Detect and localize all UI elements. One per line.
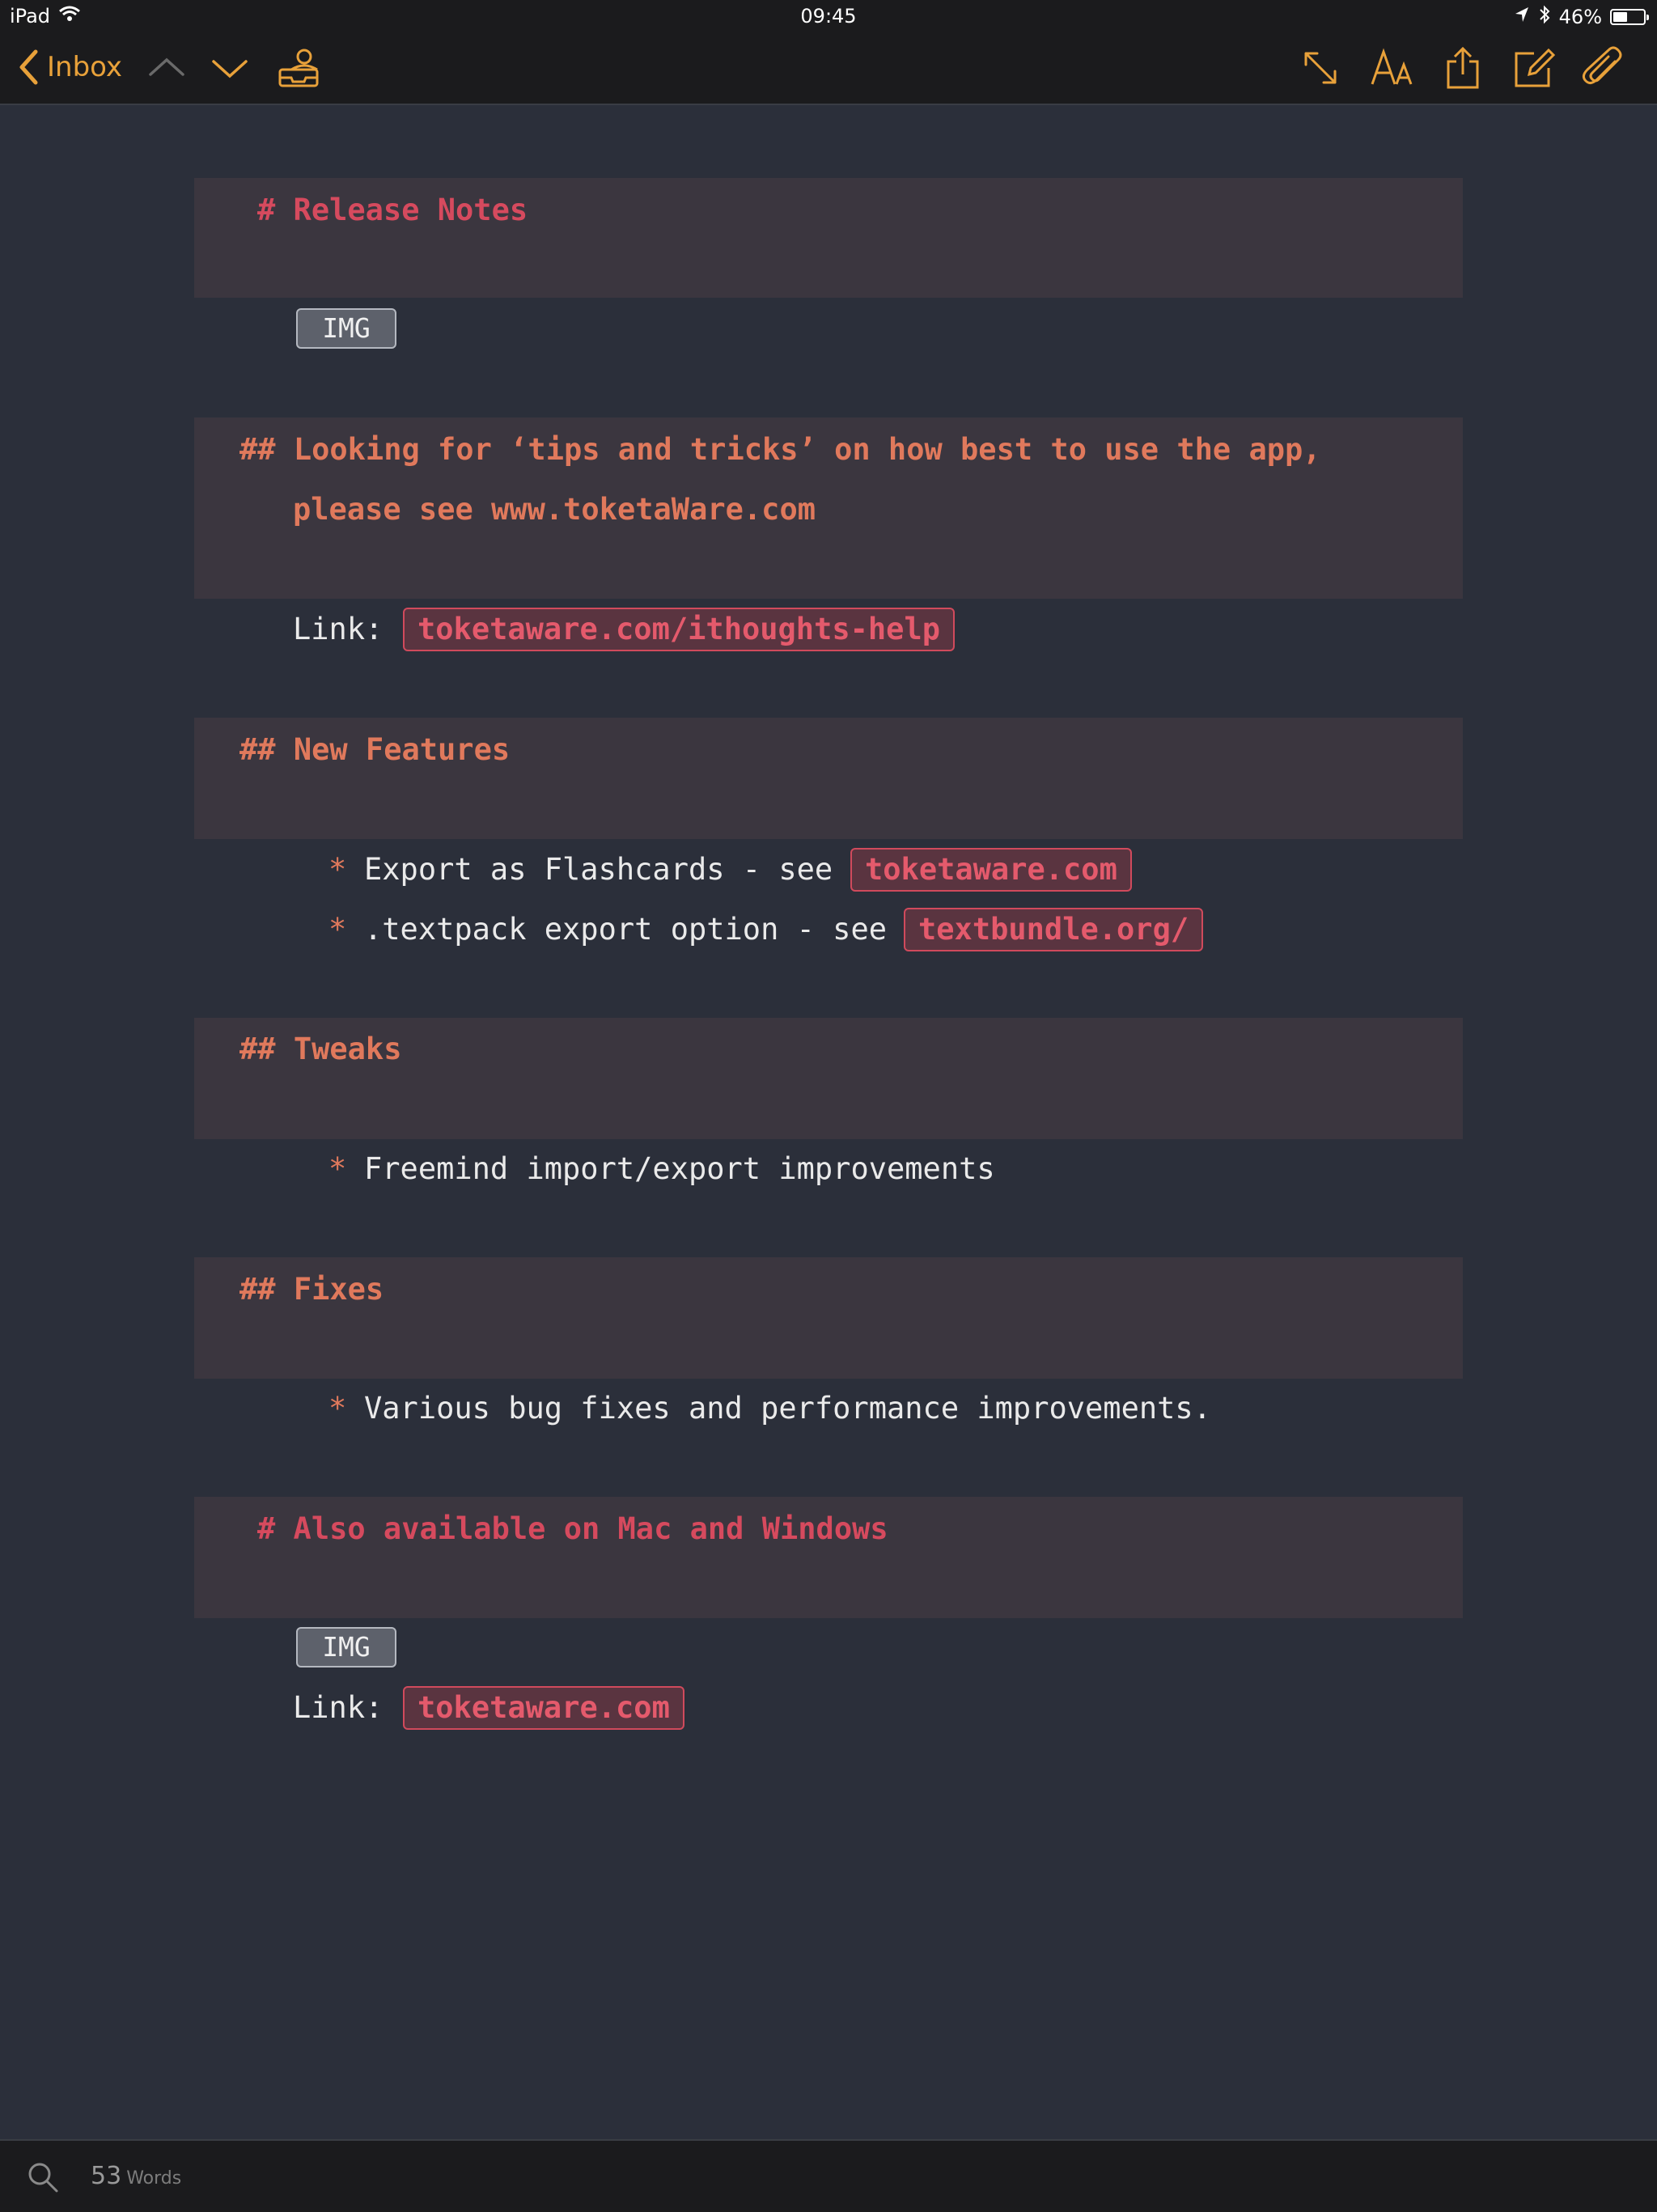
link-label: Link: (293, 1690, 384, 1725)
bullet-star: * (328, 1151, 347, 1186)
link-toketaware-home[interactable]: toketaware.com (403, 1686, 684, 1730)
list-item-flashcards: Export as Flashcards - see (364, 852, 833, 887)
heading-block (194, 1257, 1463, 1379)
location-arrow-icon (1514, 6, 1530, 28)
compose-icon[interactable] (1511, 45, 1557, 91)
chevron-down-icon[interactable] (207, 45, 252, 91)
word-count-unit: Words (126, 2168, 182, 2189)
heading-also-available: # Also available on Mac and Windows (257, 1511, 888, 1546)
link-label: Link: (293, 612, 384, 646)
bullet-star: * (328, 912, 347, 947)
heading-release-notes: # Release Notes (257, 193, 528, 227)
heading-tips-line2: please see www.toketaWare.com (293, 492, 816, 527)
status-right: 46% (1514, 5, 1649, 29)
nav-bar: Inbox (0, 32, 1657, 105)
battery-percent: 46% (1558, 6, 1602, 28)
image-placeholder[interactable]: IMG (296, 1627, 396, 1667)
list-item-textpack: .textpack export option - see (364, 912, 888, 947)
heading-new-features: ## New Features (239, 732, 511, 767)
font-size-icon[interactable] (1369, 45, 1414, 91)
word-count: 53 Words (91, 2162, 181, 2190)
share-icon[interactable] (1440, 45, 1485, 91)
link-ithoughts-help[interactable]: toketaware.com/ithoughts-help (403, 608, 956, 651)
paperclip-icon[interactable] (1581, 45, 1626, 91)
list-item-freemind: Freemind import/export improvements (364, 1151, 995, 1186)
inbox-tray-icon[interactable] (277, 45, 322, 91)
back-label: Inbox (47, 51, 123, 83)
bullet-star: * (328, 1391, 347, 1426)
word-count-value: 53 (91, 2162, 122, 2190)
chevron-left-icon (19, 49, 38, 85)
status-bar: iPad 09:45 46% (0, 0, 1657, 32)
list-item-bug-fixes: Various bug fixes and performance improv… (364, 1391, 1211, 1426)
bullet-star: * (328, 852, 347, 887)
status-time: 09:45 (800, 5, 857, 28)
link-toketaware[interactable]: toketaware.com (850, 848, 1132, 892)
link-textbundle[interactable]: textbundle.org/ (904, 908, 1204, 951)
bluetooth-icon (1538, 5, 1551, 29)
back-button[interactable]: Inbox (18, 49, 122, 86)
search-icon[interactable] (26, 2160, 60, 2194)
image-placeholder[interactable]: IMG (296, 308, 396, 349)
chevron-up-icon[interactable] (144, 45, 189, 91)
heading-tweaks: ## Tweaks (239, 1032, 402, 1066)
bottom-bar: 53 Words (0, 2139, 1657, 2212)
heading-tips-line1: ## Looking for ‘tips and tricks’ on how … (239, 432, 1321, 467)
heading-fixes: ## Fixes (239, 1272, 384, 1307)
expand-icon[interactable] (1298, 45, 1343, 91)
battery-icon (1610, 9, 1649, 25)
